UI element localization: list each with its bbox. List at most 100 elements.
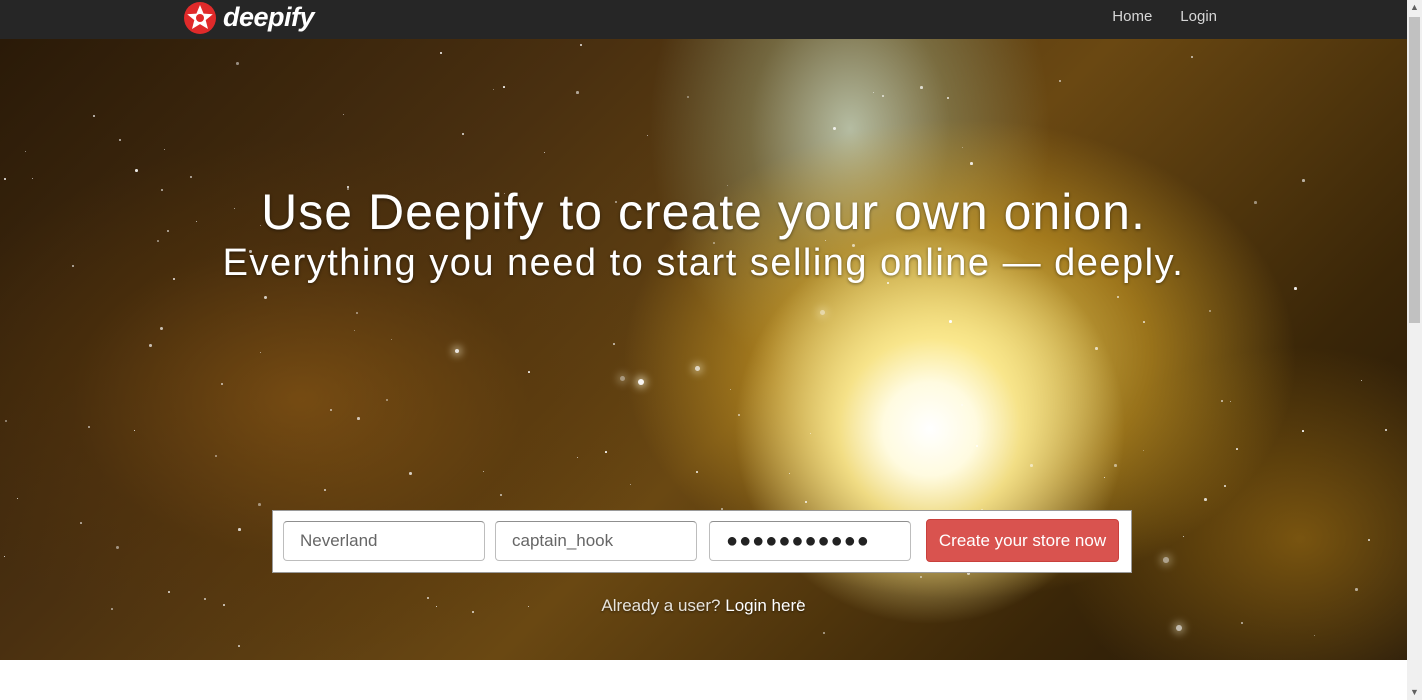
star-dot	[820, 310, 826, 316]
star-dot	[882, 95, 884, 97]
star-dot	[976, 445, 979, 448]
star-dot	[80, 522, 82, 524]
star-dot	[1236, 448, 1238, 450]
star-dot	[1368, 539, 1370, 541]
star-dot	[503, 86, 505, 88]
star-dot	[1114, 464, 1117, 467]
login-prompt-text: Already a user?	[601, 596, 721, 615]
star-dot	[805, 501, 808, 504]
star-dot	[1117, 296, 1119, 298]
star-dot	[493, 89, 495, 91]
main-nav: Home Login	[1112, 0, 1217, 33]
star-dot	[730, 389, 732, 391]
star-dot	[1230, 401, 1232, 403]
star-dot	[134, 430, 135, 431]
brand-logo-link[interactable]: deepify	[183, 0, 315, 35]
star-dot	[238, 528, 241, 531]
star-dot	[920, 576, 922, 578]
star-dot	[1355, 588, 1358, 591]
nav-home-link[interactable]: Home	[1112, 8, 1152, 25]
star-dot	[947, 97, 950, 100]
star-dot	[264, 296, 267, 299]
scroll-up-arrow-icon[interactable]: ▲	[1407, 0, 1422, 15]
star-dot	[1191, 56, 1194, 59]
star-dot	[1183, 536, 1185, 538]
star-dot	[354, 330, 356, 332]
username-input[interactable]	[495, 521, 697, 561]
star-dot	[1209, 310, 1211, 312]
store-name-input[interactable]	[283, 521, 485, 561]
star-dot	[1059, 80, 1061, 82]
star-dot	[500, 494, 503, 497]
star-dot	[356, 312, 359, 315]
star-dot	[687, 96, 690, 99]
brand-name: deepify	[223, 2, 315, 32]
star-dot	[873, 92, 874, 93]
star-dot	[1224, 485, 1226, 487]
star-dot	[1241, 622, 1244, 625]
star-dot	[116, 546, 119, 549]
vertical-scrollbar[interactable]: ▲ ▼	[1407, 0, 1422, 700]
star-dot	[88, 426, 91, 429]
star-dot	[221, 383, 224, 386]
star-dot	[440, 52, 443, 55]
star-dot	[236, 62, 239, 65]
star-dot	[149, 344, 152, 347]
star-dot	[1361, 380, 1363, 382]
scroll-down-arrow-icon[interactable]: ▼	[1407, 685, 1422, 700]
star-dot	[164, 149, 166, 151]
star-dot	[119, 139, 122, 142]
star-dot	[961, 404, 964, 407]
star-dot	[409, 472, 412, 475]
star-dot	[190, 176, 193, 179]
hero-headline: Use Deepify to create your own onion.	[261, 184, 1146, 240]
star-dot	[833, 127, 836, 130]
star-dot	[920, 86, 923, 89]
star-dot	[1294, 287, 1297, 290]
star-dot	[260, 352, 262, 354]
hero-subheadline: Everything you need to start selling onl…	[222, 242, 1185, 284]
star-dot	[1143, 321, 1145, 323]
star-dot	[391, 339, 393, 341]
star-dot	[1030, 464, 1033, 467]
star-dot	[1176, 625, 1182, 631]
star-dot	[1221, 400, 1223, 402]
star-dot	[1104, 477, 1106, 479]
login-here-link[interactable]: Login here	[725, 596, 805, 615]
star-dot	[580, 44, 582, 46]
nav-login-link[interactable]: Login	[1180, 8, 1217, 25]
create-store-button[interactable]: Create your store now	[926, 519, 1119, 562]
star-dot	[695, 366, 700, 371]
star-dot	[483, 471, 485, 473]
star-dot	[462, 133, 465, 136]
star-dot	[215, 455, 218, 458]
hero-section: Use Deepify to create your own onion. Ev…	[0, 39, 1407, 660]
login-prompt: Already a user? Login here	[0, 596, 1407, 616]
star-dot	[324, 489, 326, 491]
star-dot	[544, 152, 546, 154]
star-dot	[4, 178, 7, 181]
star-dot	[647, 135, 649, 137]
star-dot	[32, 178, 34, 180]
password-input[interactable]	[709, 521, 911, 561]
star-dot	[638, 379, 645, 386]
star-dot	[1385, 429, 1388, 432]
star-dot	[605, 451, 607, 453]
star-dot	[810, 433, 812, 435]
star-dot	[1095, 347, 1098, 350]
star-dot	[576, 91, 579, 94]
star-dot	[1143, 450, 1145, 452]
star-dot	[5, 420, 7, 422]
star-dot	[160, 327, 163, 330]
star-dot	[823, 632, 826, 635]
star-dot	[1302, 430, 1304, 432]
scrollbar-thumb[interactable]	[1409, 17, 1420, 323]
store-signup-form: Create your store now	[272, 510, 1132, 573]
star-dot	[696, 471, 698, 473]
star-dot	[135, 169, 138, 172]
star-dot	[738, 414, 741, 417]
star-dot	[4, 556, 6, 558]
star-dot	[1163, 557, 1169, 563]
star-dot	[1204, 498, 1207, 501]
top-navigation-bar: deepify Home Login	[0, 0, 1407, 39]
